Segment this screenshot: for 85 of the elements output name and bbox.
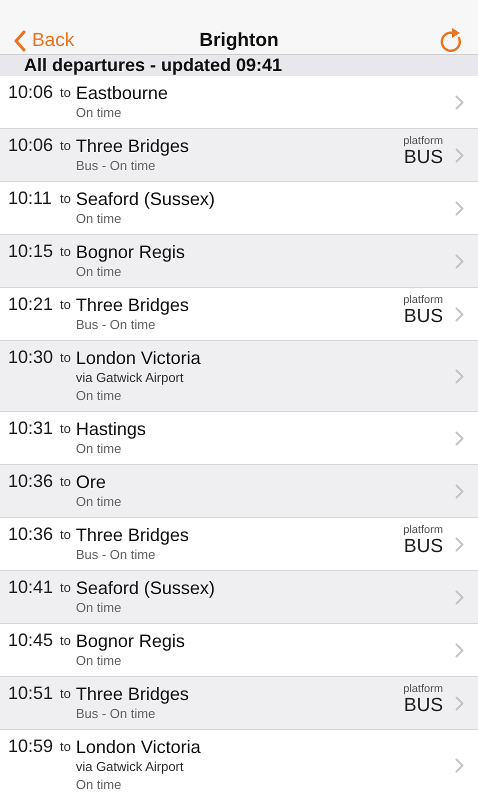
via-text: via Gatwick Airport xyxy=(76,758,184,776)
to-label: to xyxy=(60,85,71,100)
departure-row[interactable]: 10:06 to Three Bridges Bus - On time platform BUS xyxy=(0,129,478,182)
platform-value: BUS xyxy=(404,695,443,717)
platform-label: platform xyxy=(403,683,443,695)
platform-value: BUS xyxy=(404,306,443,328)
to-label: to xyxy=(60,297,71,312)
destination: Hastings xyxy=(76,418,147,440)
status-text: Bus - On time xyxy=(76,157,156,175)
departure-time: 10:11 xyxy=(8,188,53,209)
status-text: On time xyxy=(76,387,122,405)
departure-row[interactable]: 10:41 to Seaford (Sussex) On time xyxy=(0,571,478,624)
destination: Seaford (Sussex) xyxy=(76,577,216,599)
platform-label: platform xyxy=(403,135,443,147)
chevron-icon xyxy=(455,254,464,268)
destination: Bognor Regis xyxy=(76,241,186,263)
to-label: to xyxy=(60,244,71,259)
destination: Ore xyxy=(76,471,107,493)
chevron-icon xyxy=(455,484,464,498)
destination: Three Bridges xyxy=(76,683,190,705)
status-text: On time xyxy=(76,599,122,617)
destination: London Victoria xyxy=(76,736,202,758)
platform-value: BUS xyxy=(404,536,443,558)
departure-time: 10:15 xyxy=(8,241,54,262)
departure-time: 10:06 xyxy=(8,82,54,103)
chevron-icon xyxy=(455,642,464,658)
chevron-icon xyxy=(455,536,464,552)
destination: Three Bridges xyxy=(76,135,190,157)
chevron-icon xyxy=(455,430,464,446)
destination: Three Bridges xyxy=(76,294,190,316)
status-text: On time xyxy=(76,210,122,228)
departure-time: 10:45 xyxy=(8,630,54,651)
screen-title: Brighton xyxy=(199,30,279,52)
back-chevron-icon xyxy=(14,30,26,52)
departure-row[interactable]: 10:36 to Ore On time xyxy=(0,465,478,518)
chevron-icon xyxy=(455,306,464,322)
chevron-icon xyxy=(455,200,464,216)
destination: Seaford (Sussex) xyxy=(76,188,216,210)
refresh-icon xyxy=(440,28,464,54)
status-text: On time xyxy=(76,652,122,670)
departure-time: 10:59 xyxy=(8,736,54,757)
status-text: On time xyxy=(76,263,122,281)
to-label: to xyxy=(60,739,71,754)
to-label: to xyxy=(60,686,71,701)
status-text: On time xyxy=(76,776,122,794)
status-text: On time xyxy=(76,104,122,122)
departure-time: 10:30 xyxy=(8,347,54,368)
status-text: On time xyxy=(76,493,122,511)
departure-time: 10:36 xyxy=(8,524,54,545)
to-label: to xyxy=(60,138,71,153)
departure-row[interactable]: 10:51 to Three Bridges Bus - On time platform BUS xyxy=(0,677,478,730)
to-label: to xyxy=(60,633,71,648)
departure-row[interactable]: 10:15 to Bognor Regis On time xyxy=(0,235,478,288)
via-text: via Gatwick Airport xyxy=(76,369,184,387)
chevron-icon xyxy=(455,590,464,604)
to-label: to xyxy=(60,421,71,436)
chevron-icon xyxy=(455,696,464,710)
departure-row[interactable]: 10:30 to London Victoria via Gatwick Airport On time xyxy=(0,341,478,412)
status-text: Bus - On time xyxy=(76,546,156,564)
destination: Eastbourne xyxy=(76,82,169,104)
destination: London Victoria xyxy=(76,347,202,369)
chevron-icon xyxy=(455,368,464,384)
departure-time: 10:31 xyxy=(8,418,54,439)
to-label: to xyxy=(60,527,71,542)
departure-time: 10:36 xyxy=(8,471,54,492)
platform-value: BUS xyxy=(404,147,443,169)
status-text: Bus - On time xyxy=(76,316,156,334)
status-text: Bus - On time xyxy=(76,705,156,723)
to-label: to xyxy=(60,191,71,206)
section-header: All departures - updated 09:41 xyxy=(0,55,478,76)
departure-time: 10:21 xyxy=(8,294,54,315)
platform-label: platform xyxy=(403,294,443,306)
to-label: to xyxy=(60,474,71,489)
chevron-icon xyxy=(455,758,464,772)
status-text: On time xyxy=(76,440,122,458)
departure-time: 10:41 xyxy=(8,577,54,598)
to-label: to xyxy=(60,350,71,365)
departure-time: 10:51 xyxy=(8,683,54,704)
chevron-icon xyxy=(455,148,464,162)
destination: Three Bridges xyxy=(76,524,190,546)
platform-label: platform xyxy=(403,524,443,536)
departure-time: 10:06 xyxy=(8,135,54,156)
chevron-icon xyxy=(455,94,464,110)
to-label: to xyxy=(60,580,71,595)
destination: Bognor Regis xyxy=(76,630,186,652)
